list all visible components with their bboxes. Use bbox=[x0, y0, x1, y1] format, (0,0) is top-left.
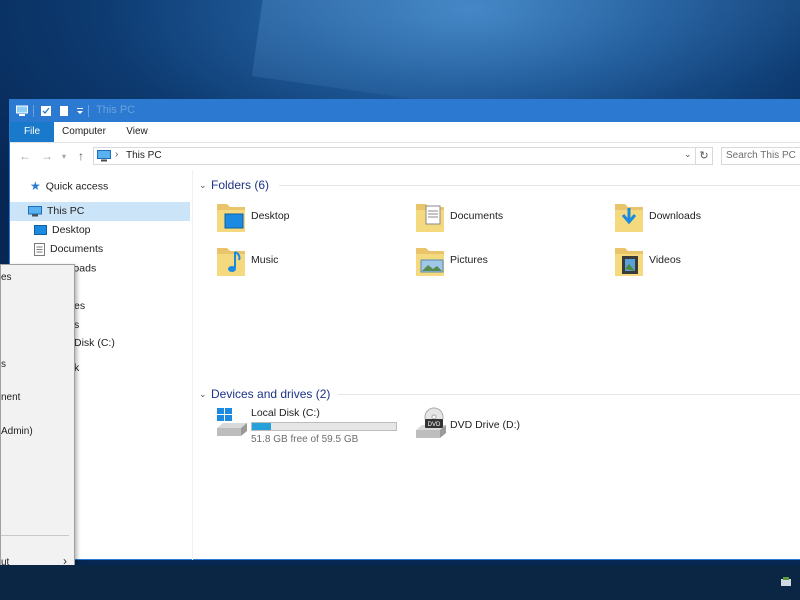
group-divider bbox=[279, 185, 800, 186]
downloads-folder-icon bbox=[615, 204, 643, 232]
properties-icon[interactable] bbox=[40, 105, 52, 117]
drive-usage-fill bbox=[252, 423, 271, 430]
pictures-folder-icon bbox=[416, 248, 444, 276]
explorer-window: This PC File Computer View ← → ▾ ↑ › Thi… bbox=[9, 99, 800, 560]
qat-separator bbox=[33, 105, 34, 117]
folder-tile-documents[interactable]: Documents bbox=[414, 200, 604, 240]
folder-label: Downloads bbox=[649, 210, 701, 222]
sidebar-item-quick-access[interactable]: ★ Quick access bbox=[30, 177, 180, 196]
recent-chevron-icon[interactable]: ▾ bbox=[62, 152, 66, 161]
back-arrow-icon[interactable]: ← bbox=[19, 149, 31, 163]
tray-icon[interactable] bbox=[780, 576, 792, 588]
tab-computer[interactable]: Computer bbox=[58, 122, 110, 142]
drive-label: Local Disk (C:) bbox=[251, 407, 320, 419]
documents-folder-icon bbox=[416, 204, 444, 232]
sidebar-item-label: Desktop bbox=[52, 224, 91, 236]
search-input[interactable]: Search This PC bbox=[721, 147, 800, 165]
folders-group-header[interactable]: Folders (6) bbox=[211, 178, 269, 194]
sidebar-item-label: Quick access bbox=[45, 180, 109, 193]
ribbon-tabs: File Computer View bbox=[10, 122, 800, 143]
customize-qat-icon[interactable] bbox=[74, 105, 86, 117]
context-menu-item[interactable]: Admin) bbox=[1, 424, 33, 440]
address-row: ← → ▾ ↑ › This PC ⌄ ↻ Search This PC bbox=[10, 143, 800, 169]
computer-icon bbox=[97, 150, 111, 162]
window-title: This PC bbox=[96, 104, 136, 116]
context-menu-item[interactable]: es bbox=[1, 270, 12, 286]
sidebar-item-label: This PC bbox=[47, 205, 85, 217]
folder-label: Documents bbox=[450, 210, 504, 222]
tab-view[interactable]: View bbox=[120, 122, 154, 142]
documents-icon bbox=[34, 242, 45, 256]
dvd-badge: DVD bbox=[428, 422, 441, 428]
sidebar-item-label: Documents bbox=[50, 243, 104, 255]
address-bar[interactable]: › This PC ⌄ bbox=[93, 147, 696, 165]
music-folder-icon bbox=[217, 248, 245, 276]
sidebar-item-partial[interactable]: es bbox=[74, 297, 85, 316]
computer-icon bbox=[28, 205, 42, 217]
drive-label: DVD Drive (D:) bbox=[450, 419, 520, 431]
local-disk-icon bbox=[217, 408, 247, 436]
title-bar[interactable]: This PC bbox=[10, 100, 800, 122]
sidebar-item-desktop[interactable]: Desktop bbox=[34, 221, 184, 240]
drive-usage-bar bbox=[251, 422, 397, 431]
drive-tile-local-disk[interactable]: Local Disk (C:) 51.8 GB free of 59.5 GB bbox=[215, 406, 405, 446]
computer-icon[interactable] bbox=[16, 105, 28, 117]
up-arrow-icon[interactable]: ↑ bbox=[78, 149, 84, 163]
drive-free-space: 51.8 GB free of 59.5 GB bbox=[251, 434, 359, 445]
folder-tile-pictures[interactable]: Pictures bbox=[414, 244, 604, 284]
group-divider bbox=[338, 394, 800, 395]
sidebar-item-this-pc[interactable]: This PC bbox=[10, 202, 190, 221]
desktop-icon bbox=[34, 225, 47, 236]
new-folder-icon[interactable] bbox=[58, 105, 70, 117]
star-icon: ★ bbox=[30, 179, 41, 193]
context-menu: es s nent Admin) ut › bbox=[0, 264, 75, 592]
folder-tile-videos[interactable]: Videos bbox=[613, 244, 800, 284]
collapse-chevron-icon[interactable]: ⌄ bbox=[199, 180, 207, 191]
context-menu-item[interactable]: s bbox=[1, 357, 6, 373]
taskbar bbox=[0, 565, 800, 600]
devices-group-header[interactable]: Devices and drives (2) bbox=[211, 387, 330, 403]
sidebar-item-documents[interactable]: Documents bbox=[34, 240, 184, 259]
content-pane: ⌄ Folders (6) Desktop Documents Download… bbox=[193, 170, 800, 560]
sidebar-item-local-disk[interactable]: Disk (C:) bbox=[74, 334, 115, 353]
drive-tile-dvd[interactable]: DVD DVD Drive (D:) bbox=[414, 406, 604, 446]
desktop-folder-icon bbox=[217, 204, 245, 232]
folder-tile-desktop[interactable]: Desktop bbox=[215, 200, 405, 240]
breadcrumb-this-pc[interactable]: This PC bbox=[126, 150, 162, 161]
tab-file[interactable]: File bbox=[10, 122, 54, 142]
folder-label: Videos bbox=[649, 254, 681, 266]
folder-label: Desktop bbox=[251, 210, 290, 222]
context-menu-separator bbox=[1, 535, 69, 536]
folder-tile-music[interactable]: Music bbox=[215, 244, 405, 284]
context-menu-item[interactable]: nent bbox=[1, 390, 20, 406]
dvd-drive-icon: DVD bbox=[416, 407, 446, 438]
folder-label: Pictures bbox=[450, 254, 488, 266]
forward-arrow-icon[interactable]: → bbox=[41, 149, 53, 163]
videos-folder-icon bbox=[615, 248, 643, 276]
refresh-icon[interactable]: ↻ bbox=[696, 147, 713, 165]
breadcrumb-separator: › bbox=[115, 149, 119, 160]
qat-separator bbox=[88, 105, 89, 117]
collapse-chevron-icon[interactable]: ⌄ bbox=[199, 389, 207, 400]
address-dropdown-chevron-icon[interactable]: ⌄ bbox=[684, 149, 692, 160]
folder-tile-downloads[interactable]: Downloads bbox=[613, 200, 800, 240]
folder-label: Music bbox=[251, 254, 279, 266]
